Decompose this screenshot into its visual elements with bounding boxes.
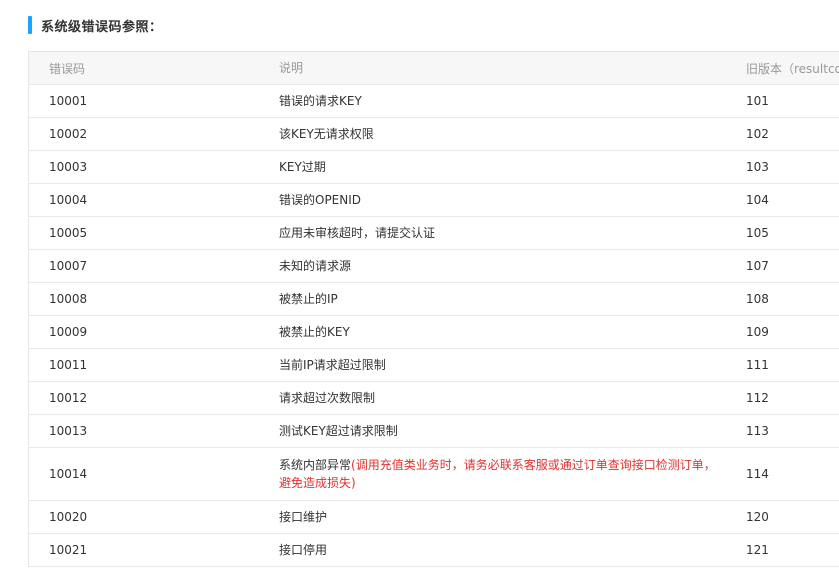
cell-description: 接口停用: [279, 543, 328, 557]
cell-old-code: 121: [746, 543, 769, 557]
table-row: 10007 未知的请求源 107: [29, 250, 839, 283]
table-row: 10013 测试KEY超过请求限制 113: [29, 415, 839, 448]
cell-description: 请求超过次数限制: [279, 391, 376, 405]
cell-error-code: 10005: [49, 226, 88, 240]
cell-description: 被禁止的IP: [279, 292, 338, 306]
cell-old-code: 109: [746, 325, 769, 339]
table-row: 10001 错误的请求KEY 101: [29, 85, 839, 118]
cell-error-code: 10021: [49, 543, 88, 557]
cell-old-code: 113: [746, 424, 769, 438]
table-row: 10003 KEY过期 103: [29, 151, 839, 184]
cell-description: KEY过期: [279, 160, 326, 174]
cell-old-code: 107: [746, 259, 769, 273]
table-row: 10012 请求超过次数限制 112: [29, 382, 839, 415]
table-header-row: 错误码 说明 旧版本（resultcode）: [29, 52, 839, 85]
cell-error-code: 10004: [49, 193, 88, 207]
cell-old-code: 103: [746, 160, 769, 174]
cell-error-code: 10020: [49, 510, 88, 524]
cell-old-code: 101: [746, 94, 769, 108]
table-row: 10021 接口停用 121: [29, 534, 839, 567]
table-row: 10004 错误的OPENID 104: [29, 184, 839, 217]
cell-description: 接口维护: [279, 510, 328, 524]
error-code-page: 系统级错误码参照： 错误码 说明 旧版本（resultcode） 10001 错…: [0, 0, 839, 583]
table-row: 10014 系统内部异常(调用充值类业务时，请务必联系客服或通过订单查询接口检测…: [29, 448, 839, 501]
cell-description: 错误的请求KEY: [279, 94, 362, 108]
cell-error-code: 10014: [49, 467, 88, 481]
header-old-version: 旧版本（resultcode）: [746, 61, 839, 76]
header-description: 说明: [279, 61, 304, 75]
cell-old-code: 102: [746, 127, 769, 141]
cell-description: 被禁止的KEY: [279, 325, 350, 339]
cell-error-code: 10011: [49, 358, 88, 372]
cell-description: 错误的OPENID: [279, 193, 362, 207]
cell-description: 应用未审核超时，请提交认证: [279, 226, 436, 240]
table-row: 10002 该KEY无请求权限 102: [29, 118, 839, 151]
cell-error-code: 10002: [49, 127, 88, 141]
cell-error-code: 10003: [49, 160, 88, 174]
section-title: 系统级错误码参照：: [41, 19, 163, 35]
description-text: 系统内部异常: [279, 458, 352, 472]
cell-error-code: 10007: [49, 259, 88, 273]
cell-old-code: 111: [746, 358, 769, 372]
table-row: 10009 被禁止的KEY 109: [29, 316, 839, 349]
section-accent-bar: [28, 16, 32, 34]
cell-description: 当前IP请求超过限制: [279, 358, 386, 372]
error-code-table: 错误码 说明 旧版本（resultcode） 10001 错误的请求KEY 10…: [28, 51, 839, 567]
cell-old-code: 105: [746, 226, 769, 240]
cell-error-code: 10008: [49, 292, 88, 306]
table-row: 10011 当前IP请求超过限制 111: [29, 349, 839, 382]
cell-description: 该KEY无请求权限: [279, 127, 374, 141]
cell-description: 测试KEY超过请求限制: [279, 424, 398, 438]
cell-old-code: 112: [746, 391, 769, 405]
cell-old-code: 104: [746, 193, 769, 207]
cell-old-code: 120: [746, 510, 769, 524]
cell-description: 系统内部异常(调用充值类业务时，请务必联系客服或通过订单查询接口检测订单，避免造…: [259, 456, 726, 492]
cell-description: 未知的请求源: [279, 259, 352, 273]
table-row: 10005 应用未审核超时，请提交认证 105: [29, 217, 839, 250]
header-error-code: 错误码: [49, 61, 86, 76]
table-row: 10020 接口维护 120: [29, 501, 839, 534]
cell-error-code: 10013: [49, 424, 88, 438]
cell-error-code: 10001: [49, 94, 88, 108]
table-row: 10008 被禁止的IP 108: [29, 283, 839, 316]
section-heading: 系统级错误码参照：: [28, 16, 163, 35]
cell-old-code: 108: [746, 292, 769, 306]
cell-old-code: 114: [746, 467, 769, 481]
cell-error-code: 10012: [49, 391, 88, 405]
cell-error-code: 10009: [49, 325, 88, 339]
